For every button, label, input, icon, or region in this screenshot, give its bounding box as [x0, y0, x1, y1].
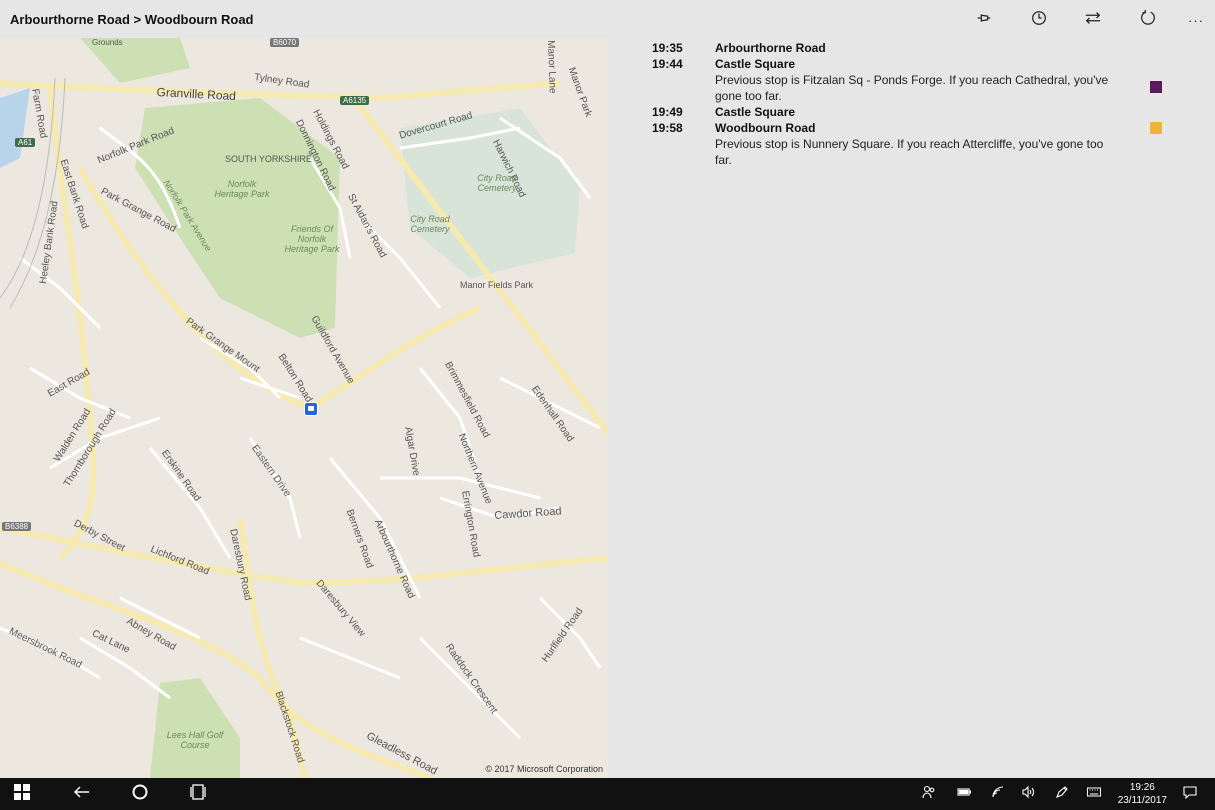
back-button[interactable] [70, 778, 94, 810]
network-button[interactable] [989, 778, 1007, 810]
timetable-row[interactable]: 19:44 Castle Square Previous stop is Fit… [652, 56, 1172, 104]
stop-name: Castle Square [715, 57, 796, 71]
swap-direction-button[interactable] [1073, 6, 1113, 34]
task-view-icon [189, 783, 207, 806]
schedule-button[interactable] [1019, 6, 1059, 34]
back-arrow-icon [73, 783, 91, 806]
road-shield: B6388 [2, 522, 32, 531]
departure-time: 19:35 [652, 41, 683, 55]
clock-time: 19:26 [1129, 782, 1155, 793]
timetable-list: 19:35 Arbourthorne Road 19:44 Castle Squ… [652, 40, 1172, 168]
road-shield: A6135 [340, 96, 370, 105]
people-button[interactable] [920, 778, 938, 810]
speaker-icon [1021, 785, 1035, 804]
circle-icon [131, 783, 149, 806]
departure-time: 19:58 [652, 121, 683, 135]
road-shield: B6070 [270, 38, 300, 47]
windows-icon [13, 783, 31, 806]
map-label: SOUTH YORKSHIRE [225, 154, 312, 164]
timetable-row[interactable]: 19:49 Castle Square [652, 104, 1172, 120]
refresh-button[interactable] [1128, 6, 1168, 34]
cortana-button[interactable] [128, 778, 152, 810]
action-center-button[interactable] [1181, 778, 1199, 810]
battery-button[interactable] [955, 778, 973, 810]
notification-icon [1183, 785, 1197, 804]
touch-keyboard-button[interactable] [1084, 778, 1104, 810]
map-label: Grounds [92, 38, 123, 47]
stop-note: Previous stop is Fitzalan Sq - Ponds For… [715, 73, 1109, 103]
timetable-row[interactable]: 19:35 Arbourthorne Road [652, 40, 1172, 56]
departure-time: 19:49 [652, 105, 683, 119]
volume-button[interactable] [1019, 778, 1037, 810]
clock-icon [1030, 9, 1048, 32]
map-label: City Road Cemetery [477, 173, 517, 193]
stop-name: Castle Square [715, 105, 796, 119]
wifi-icon [991, 785, 1005, 804]
timetable-row[interactable]: 19:58 Woodbourn Road Previous stop is Nu… [652, 120, 1172, 168]
map-label: Lees Hall Golf Course [166, 730, 224, 750]
route-color-swatch [1150, 81, 1162, 93]
taskbar: 19:26 23/11/2017 [0, 778, 1215, 810]
battery-icon [957, 785, 972, 804]
map-view[interactable]: Tylney Road Granville Road Farm Road Nor… [0, 38, 608, 778]
page-title: Arbourthorne Road > Woodbourn Road [10, 12, 254, 27]
bus-stop-icon[interactable] [304, 402, 318, 416]
stop-name: Woodbourn Road [715, 121, 816, 135]
start-button[interactable] [10, 778, 34, 810]
more-icon: ··· [1188, 12, 1204, 28]
more-button[interactable]: ··· [1176, 6, 1215, 34]
app-window: Arbourthorne Road > Woodbourn Road ··· T… [0, 0, 1215, 778]
map-copyright: © 2017 Microsoft Corporation [485, 764, 603, 774]
clock-date: 23/11/2017 [1117, 795, 1167, 806]
stop-name: Arbourthorne Road [715, 41, 826, 55]
map-label: Norfolk Heritage Park [214, 179, 270, 199]
swap-direction-icon [1084, 9, 1102, 32]
map-label: Manor Fields Park [460, 280, 534, 290]
stop-note: Previous stop is Nunnery Square. If you … [715, 137, 1104, 167]
pin-button[interactable] [964, 6, 1004, 34]
task-view-button[interactable] [186, 778, 210, 810]
pin-icon [975, 9, 993, 32]
title-bar: Arbourthorne Road > Woodbourn Road ··· [0, 0, 1215, 38]
map-label: Friends Of Norfolk Heritage Park [284, 224, 340, 254]
people-icon [922, 785, 936, 804]
taskbar-clock[interactable]: 19:26 23/11/2017 [1118, 781, 1167, 807]
map-label: Manor Lane [545, 40, 558, 94]
map-label: City Road Cemetery [410, 214, 450, 234]
departure-time: 19:44 [652, 57, 683, 71]
route-color-swatch [1150, 122, 1162, 134]
pen-workspace-button[interactable] [1053, 778, 1071, 810]
keyboard-icon [1087, 785, 1101, 804]
refresh-icon [1139, 9, 1157, 32]
road-shield: A61 [15, 138, 36, 147]
pen-icon [1055, 785, 1069, 804]
